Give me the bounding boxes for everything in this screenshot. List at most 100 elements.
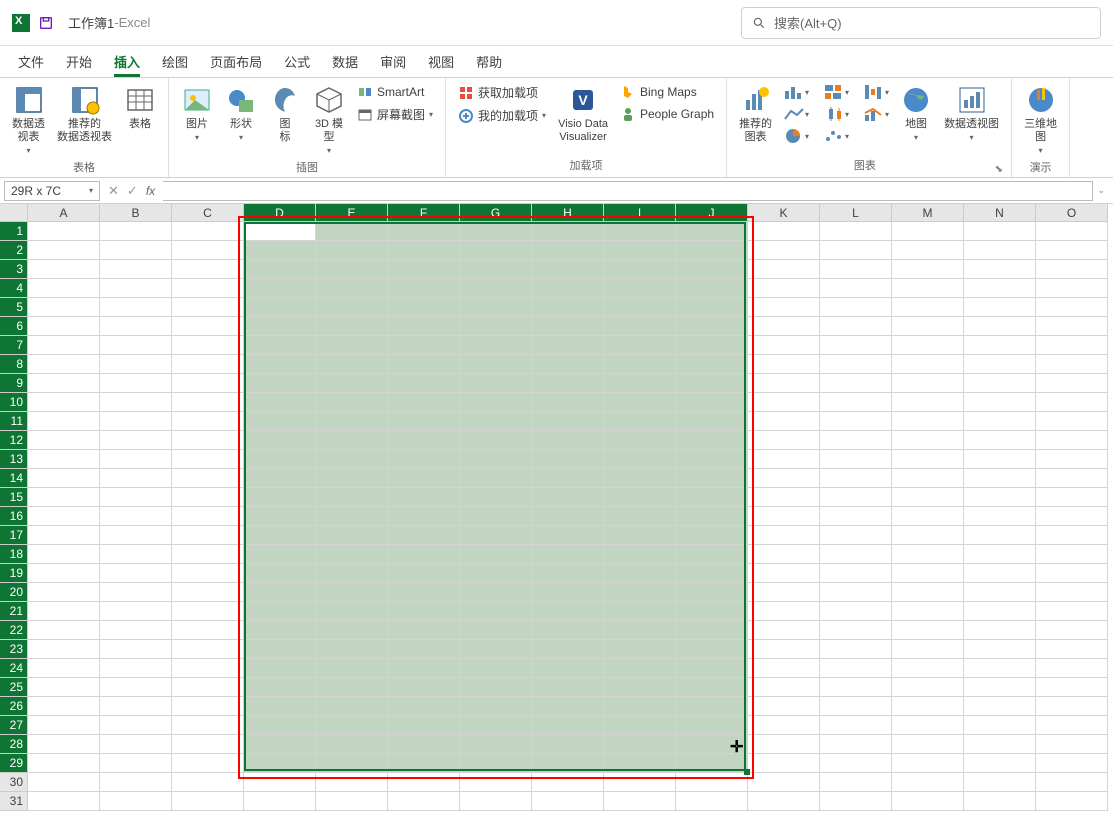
cell[interactable] bbox=[100, 583, 172, 602]
cell[interactable] bbox=[604, 241, 676, 260]
cell[interactable] bbox=[244, 393, 316, 412]
row-header-1[interactable]: 1 bbox=[0, 222, 28, 241]
cell[interactable] bbox=[892, 374, 964, 393]
cell[interactable] bbox=[172, 602, 244, 621]
cell[interactable] bbox=[244, 450, 316, 469]
bing-maps-button[interactable]: Bing Maps bbox=[616, 82, 718, 102]
cell[interactable] bbox=[100, 773, 172, 792]
cell[interactable] bbox=[676, 773, 748, 792]
cell[interactable] bbox=[964, 621, 1036, 640]
cell[interactable] bbox=[748, 697, 820, 716]
cell[interactable] bbox=[748, 583, 820, 602]
cell[interactable] bbox=[892, 469, 964, 488]
cell[interactable] bbox=[244, 279, 316, 298]
cell[interactable] bbox=[388, 526, 460, 545]
cell[interactable] bbox=[820, 260, 892, 279]
cell[interactable] bbox=[604, 640, 676, 659]
cell[interactable] bbox=[676, 621, 748, 640]
cell[interactable] bbox=[1036, 716, 1108, 735]
cell[interactable] bbox=[532, 488, 604, 507]
cell[interactable] bbox=[964, 735, 1036, 754]
cell[interactable] bbox=[1036, 621, 1108, 640]
cell[interactable] bbox=[244, 754, 316, 773]
cell[interactable] bbox=[532, 469, 604, 488]
cell[interactable] bbox=[100, 469, 172, 488]
cell[interactable] bbox=[1036, 735, 1108, 754]
cell[interactable] bbox=[1036, 792, 1108, 811]
cell[interactable] bbox=[748, 640, 820, 659]
cell[interactable] bbox=[964, 241, 1036, 260]
cell[interactable] bbox=[892, 792, 964, 811]
cell[interactable] bbox=[100, 393, 172, 412]
cell[interactable] bbox=[244, 526, 316, 545]
cell[interactable] bbox=[388, 621, 460, 640]
cell[interactable] bbox=[388, 640, 460, 659]
cell[interactable] bbox=[28, 450, 100, 469]
cell[interactable] bbox=[748, 526, 820, 545]
cell[interactable] bbox=[316, 393, 388, 412]
cell[interactable] bbox=[604, 260, 676, 279]
cell[interactable] bbox=[604, 716, 676, 735]
cell[interactable] bbox=[388, 374, 460, 393]
cell[interactable] bbox=[316, 469, 388, 488]
tab-layout[interactable]: 页面布局 bbox=[210, 52, 262, 77]
cell[interactable] bbox=[748, 431, 820, 450]
cell[interactable] bbox=[316, 678, 388, 697]
cell[interactable] bbox=[676, 298, 748, 317]
cell[interactable] bbox=[892, 602, 964, 621]
cell[interactable] bbox=[172, 754, 244, 773]
cell[interactable] bbox=[820, 317, 892, 336]
cell[interactable] bbox=[316, 735, 388, 754]
cell[interactable] bbox=[460, 640, 532, 659]
cell[interactable] bbox=[100, 735, 172, 754]
cell[interactable] bbox=[460, 431, 532, 450]
cell[interactable] bbox=[388, 412, 460, 431]
row-header-18[interactable]: 18 bbox=[0, 545, 28, 564]
cell[interactable] bbox=[964, 355, 1036, 374]
col-header-L[interactable]: L bbox=[820, 204, 892, 222]
cell[interactable] bbox=[28, 469, 100, 488]
cell[interactable] bbox=[892, 621, 964, 640]
cell[interactable] bbox=[28, 735, 100, 754]
cell[interactable] bbox=[28, 488, 100, 507]
cell[interactable] bbox=[244, 735, 316, 754]
cell[interactable] bbox=[964, 583, 1036, 602]
get-addins-button[interactable]: 获取加载项 bbox=[454, 82, 550, 103]
cell[interactable] bbox=[892, 659, 964, 678]
cell[interactable] bbox=[28, 583, 100, 602]
cell[interactable] bbox=[604, 298, 676, 317]
icons-button[interactable]: 图 标 bbox=[265, 82, 305, 146]
cell[interactable] bbox=[964, 602, 1036, 621]
cell[interactable] bbox=[460, 735, 532, 754]
cell[interactable] bbox=[244, 773, 316, 792]
row-header-23[interactable]: 23 bbox=[0, 640, 28, 659]
cell[interactable] bbox=[460, 716, 532, 735]
cell[interactable] bbox=[460, 792, 532, 811]
cell[interactable] bbox=[532, 716, 604, 735]
cell[interactable] bbox=[316, 621, 388, 640]
cell[interactable] bbox=[388, 488, 460, 507]
cell[interactable] bbox=[604, 602, 676, 621]
col-header-H[interactable]: H bbox=[532, 204, 604, 222]
cell[interactable] bbox=[1036, 507, 1108, 526]
cell[interactable] bbox=[532, 279, 604, 298]
waterfall-chart-button[interactable]: ▾ bbox=[860, 82, 892, 102]
row-header-11[interactable]: 11 bbox=[0, 412, 28, 431]
cell[interactable] bbox=[244, 412, 316, 431]
cell[interactable] bbox=[532, 393, 604, 412]
cell[interactable] bbox=[388, 678, 460, 697]
cell[interactable] bbox=[388, 317, 460, 336]
3d-map-button[interactable]: 三维地 图▾ bbox=[1020, 82, 1061, 157]
row-header-14[interactable]: 14 bbox=[0, 469, 28, 488]
cell[interactable] bbox=[388, 659, 460, 678]
cell[interactable] bbox=[604, 735, 676, 754]
cell[interactable] bbox=[532, 222, 604, 241]
cell[interactable] bbox=[532, 298, 604, 317]
cell[interactable] bbox=[28, 260, 100, 279]
cell[interactable] bbox=[676, 583, 748, 602]
cell[interactable] bbox=[316, 792, 388, 811]
formula-expand-icon[interactable]: ⌄ bbox=[1093, 185, 1109, 196]
cell[interactable] bbox=[820, 279, 892, 298]
cell[interactable] bbox=[1036, 773, 1108, 792]
cell[interactable] bbox=[748, 773, 820, 792]
